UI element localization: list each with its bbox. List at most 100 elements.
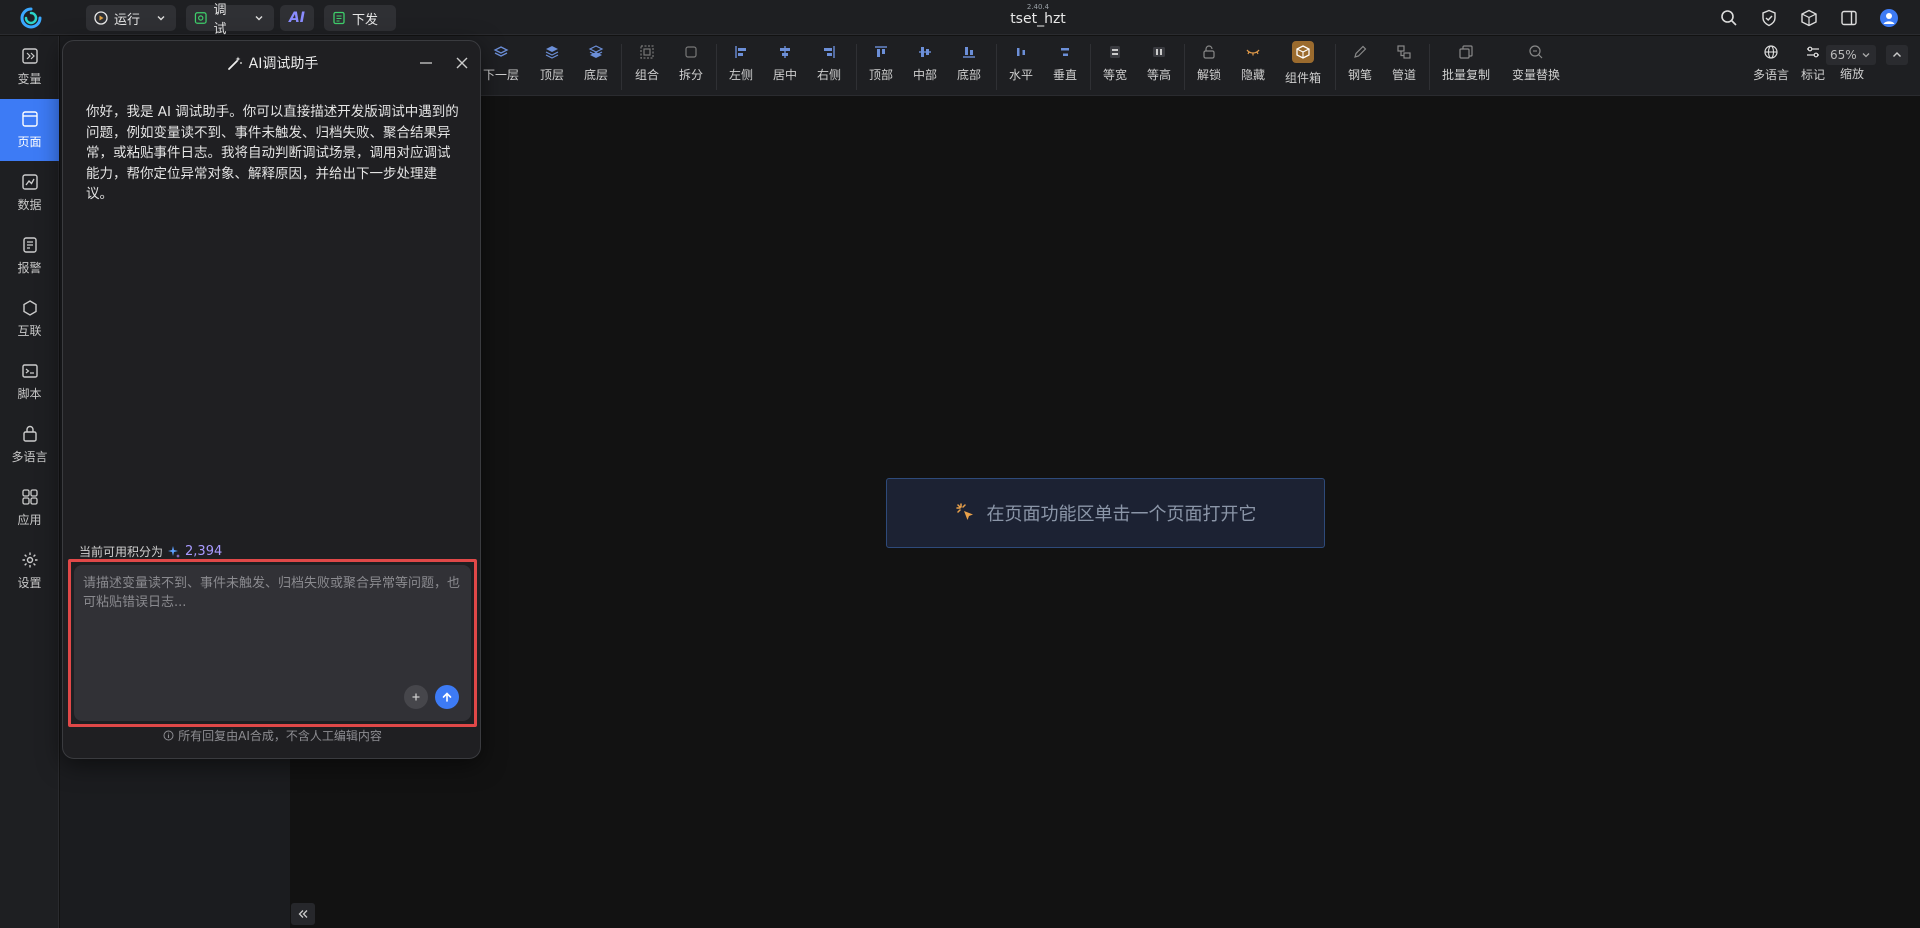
toolbar-collapse-button[interactable] bbox=[1886, 45, 1908, 65]
tool-label: 等宽 bbox=[1103, 68, 1128, 82]
tool-align-right[interactable]: 右侧 bbox=[817, 44, 841, 90]
deploy-button[interactable]: 下发 bbox=[324, 5, 396, 31]
layer-bottom-icon bbox=[588, 45, 604, 58]
align-middle-icon bbox=[919, 47, 931, 57]
tool-label: 管道 bbox=[1392, 68, 1417, 82]
tool-label: 下一层 bbox=[483, 68, 520, 82]
debug-button[interactable]: 调试 bbox=[186, 3, 274, 37]
nav-item-variable[interactable]: 变量 bbox=[0, 36, 59, 98]
tool-variable-replace[interactable]: 变量替换 bbox=[1512, 44, 1560, 90]
ai-input-highlight bbox=[68, 559, 477, 727]
nav-item-script[interactable]: 脚本 bbox=[0, 351, 59, 413]
run-label: 运行 bbox=[114, 12, 141, 28]
ai-button[interactable]: AI bbox=[280, 5, 314, 31]
user-avatar-icon[interactable] bbox=[1878, 7, 1900, 29]
nav-item-apps[interactable]: 应用 bbox=[0, 477, 59, 539]
ai-debug-panel: AI调试助手 你好，我是 AI 调试助手。你可以直接描述开发版调试中遇到的问题，… bbox=[62, 40, 481, 759]
send-button[interactable] bbox=[435, 685, 459, 709]
arrow-up-icon bbox=[442, 692, 452, 702]
click-pointer-icon bbox=[955, 503, 973, 520]
tool-mark[interactable]: 标记 bbox=[1801, 44, 1825, 90]
nav-label: 变量 bbox=[17, 72, 42, 86]
tool-align-middle[interactable]: 中部 bbox=[913, 44, 937, 90]
data-icon bbox=[21, 174, 38, 190]
ai-message-input[interactable] bbox=[83, 574, 465, 674]
nav-item-settings[interactable]: 设置 bbox=[0, 540, 59, 602]
tool-align-center[interactable]: 居中 bbox=[773, 44, 797, 90]
pen-icon bbox=[1354, 45, 1367, 58]
tool-send-backward[interactable]: 下一层 bbox=[483, 44, 519, 90]
tool-group[interactable]: 组合 bbox=[635, 44, 659, 90]
zoom-value: 65% bbox=[1830, 48, 1857, 62]
script-icon bbox=[21, 364, 38, 378]
nav-item-alarm[interactable]: 报警 bbox=[0, 225, 59, 287]
nav-label: 页面 bbox=[17, 135, 42, 149]
tool-label: 钢笔 bbox=[1348, 68, 1373, 82]
tool-label: 组合 bbox=[635, 68, 660, 82]
toolbar-divider bbox=[1335, 44, 1336, 90]
layer-top-icon bbox=[545, 46, 559, 59]
tool-unlock[interactable]: 解锁 bbox=[1197, 44, 1221, 90]
tool-align-top[interactable]: 顶部 bbox=[869, 44, 893, 90]
play-circle-icon bbox=[94, 11, 108, 25]
close-icon[interactable] bbox=[452, 53, 472, 73]
nav-label: 设置 bbox=[17, 576, 42, 590]
tool-hide[interactable]: 隐藏 bbox=[1241, 44, 1265, 90]
tool-ungroup[interactable]: 拆分 bbox=[679, 44, 703, 90]
minimize-icon[interactable] bbox=[416, 53, 436, 73]
zoom-select[interactable]: 65% bbox=[1826, 45, 1876, 65]
tool-label: 右侧 bbox=[817, 68, 842, 82]
add-attachment-button[interactable] bbox=[404, 685, 428, 709]
ungroup-icon bbox=[685, 46, 697, 58]
tool-align-left[interactable]: 左侧 bbox=[729, 44, 753, 90]
canvas-hint-text: 在页面功能区单击一个页面打开它 bbox=[986, 504, 1257, 525]
nav-label: 多语言 bbox=[11, 450, 48, 464]
search-icon[interactable] bbox=[1718, 7, 1740, 29]
tool-distribute-horizontal[interactable]: 水平 bbox=[1009, 44, 1033, 90]
tool-pipe[interactable]: 管道 bbox=[1392, 44, 1416, 90]
tool-equal-height[interactable]: 等高 bbox=[1147, 44, 1171, 90]
tool-bring-to-front[interactable]: 顶层 bbox=[540, 44, 564, 90]
chevron-down-icon[interactable] bbox=[253, 11, 266, 25]
toolbar-divider bbox=[716, 44, 717, 90]
credits-value: 2,394 bbox=[185, 544, 223, 559]
tool-align-bottom[interactable]: 底部 bbox=[957, 44, 981, 90]
plus-icon bbox=[412, 693, 420, 701]
nav-label: 报警 bbox=[17, 261, 42, 275]
tool-distribute-vertical[interactable]: 垂直 bbox=[1053, 44, 1077, 90]
package-icon[interactable] bbox=[1798, 7, 1820, 29]
nav-item-connect[interactable]: 互联 bbox=[0, 288, 59, 350]
tool-label: 等高 bbox=[1147, 68, 1172, 82]
nav-item-language[interactable]: 多语言 bbox=[0, 414, 59, 476]
pipe-icon bbox=[1397, 45, 1411, 59]
settings-icon bbox=[22, 552, 37, 568]
group-icon bbox=[640, 45, 654, 59]
tool-label: 标记 bbox=[1801, 68, 1826, 82]
panel-layout-icon[interactable] bbox=[1838, 7, 1860, 29]
tool-label: 解锁 bbox=[1197, 68, 1222, 82]
nav-label: 互联 bbox=[17, 324, 42, 338]
tool-component-box[interactable]: 组件箱 bbox=[1285, 41, 1321, 90]
run-button[interactable]: 运行 bbox=[86, 5, 176, 31]
debug-icon bbox=[194, 12, 207, 24]
nav-item-page[interactable]: 页面 bbox=[0, 99, 59, 161]
tool-pen[interactable]: 钢笔 bbox=[1348, 44, 1372, 90]
replace-icon bbox=[1529, 45, 1543, 59]
nav-item-data[interactable]: 数据 bbox=[0, 162, 59, 224]
component-box-icon bbox=[1292, 41, 1314, 63]
collapse-panel-button[interactable] bbox=[291, 903, 315, 925]
nav-label: 数据 bbox=[17, 198, 42, 212]
distribute-vertical-icon bbox=[1061, 48, 1069, 56]
chevron-down-icon[interactable] bbox=[154, 11, 168, 25]
align-top-icon bbox=[875, 46, 887, 57]
toolbar: 下一层 顶层 底层 组合 拆分 左侧 居中 右侧 顶部 中部 底部 水平 垂直 … bbox=[290, 36, 1920, 96]
align-bottom-icon bbox=[963, 47, 975, 58]
tool-equal-width[interactable]: 等宽 bbox=[1103, 44, 1127, 90]
ai-disclaimer-text: 所有回复由AI合成，不含人工编辑内容 bbox=[178, 729, 382, 743]
tool-send-to-back[interactable]: 底层 bbox=[584, 44, 608, 90]
tool-multilanguage[interactable]: 多语言 bbox=[1753, 44, 1789, 90]
shield-check-icon[interactable] bbox=[1758, 7, 1780, 29]
tool-batch-copy[interactable]: 批量复制 bbox=[1442, 44, 1490, 90]
tool-label: 中部 bbox=[913, 68, 938, 82]
toolbar-divider bbox=[856, 44, 857, 90]
